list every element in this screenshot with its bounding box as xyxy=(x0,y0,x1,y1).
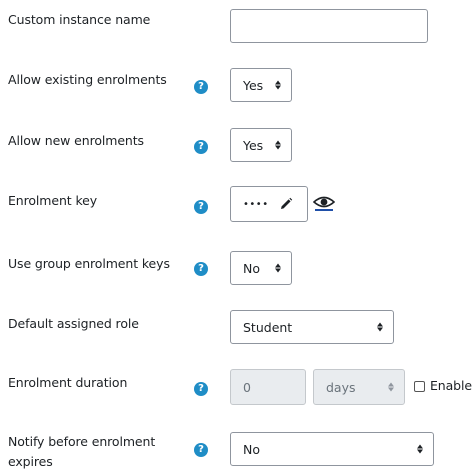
enable-duration-checkbox[interactable] xyxy=(414,381,425,392)
use-group-enrolment-keys-select[interactable]: No xyxy=(230,251,292,285)
select-caret-icon xyxy=(388,382,394,392)
use-group-enrolment-keys-value: No xyxy=(243,260,260,276)
select-caret-icon xyxy=(417,444,423,454)
custom-instance-name-label: Custom instance name xyxy=(8,12,151,27)
help-icon[interactable]: ? xyxy=(194,80,208,94)
enrolment-duration-value: 0 xyxy=(243,379,251,395)
allow-existing-enrolments-value: Yes xyxy=(243,77,264,93)
allow-existing-enrolments-select[interactable]: Yes xyxy=(230,68,292,102)
select-caret-icon xyxy=(377,322,383,332)
enrolment-key-input[interactable]: •••• xyxy=(230,186,308,222)
help-icon[interactable]: ? xyxy=(194,200,208,214)
help-icon[interactable]: ? xyxy=(194,382,208,396)
allow-new-enrolments-value: Yes xyxy=(243,137,264,153)
use-group-enrolment-keys-label: Use group enrolment keys xyxy=(8,256,170,271)
pencil-icon[interactable] xyxy=(279,197,293,214)
custom-instance-name-input[interactable] xyxy=(230,9,428,43)
eye-icon[interactable] xyxy=(312,194,336,216)
enable-label: Enable xyxy=(430,378,472,393)
select-caret-icon xyxy=(275,80,281,90)
enrolment-key-label: Enrolment key xyxy=(8,193,98,208)
enrolment-duration-input[interactable]: 0 xyxy=(230,369,306,405)
help-icon[interactable]: ? xyxy=(194,443,208,457)
default-assigned-role-value: Student xyxy=(243,319,293,335)
select-caret-icon xyxy=(275,263,281,273)
default-assigned-role-label: Default assigned role xyxy=(8,316,139,331)
notify-before-expires-value: No xyxy=(243,441,260,457)
select-caret-icon xyxy=(275,140,281,150)
default-assigned-role-select[interactable]: Student xyxy=(230,310,394,344)
allow-existing-enrolments-label: Allow existing enrolments xyxy=(8,72,167,87)
allow-new-enrolments-select[interactable]: Yes xyxy=(230,128,292,162)
enrolment-duration-label: Enrolment duration xyxy=(8,375,128,390)
enrolment-key-value: •••• xyxy=(243,198,269,210)
enrolment-duration-unit-select[interactable]: days xyxy=(313,369,405,405)
help-icon[interactable]: ? xyxy=(194,262,208,276)
help-icon[interactable]: ? xyxy=(194,140,208,154)
enrolment-duration-unit-value: days xyxy=(326,379,356,395)
allow-new-enrolments-label: Allow new enrolments xyxy=(8,133,144,148)
notify-before-expires-select[interactable]: No xyxy=(230,432,434,466)
notify-before-expires-label: Notify before enrolment expires xyxy=(8,434,156,469)
